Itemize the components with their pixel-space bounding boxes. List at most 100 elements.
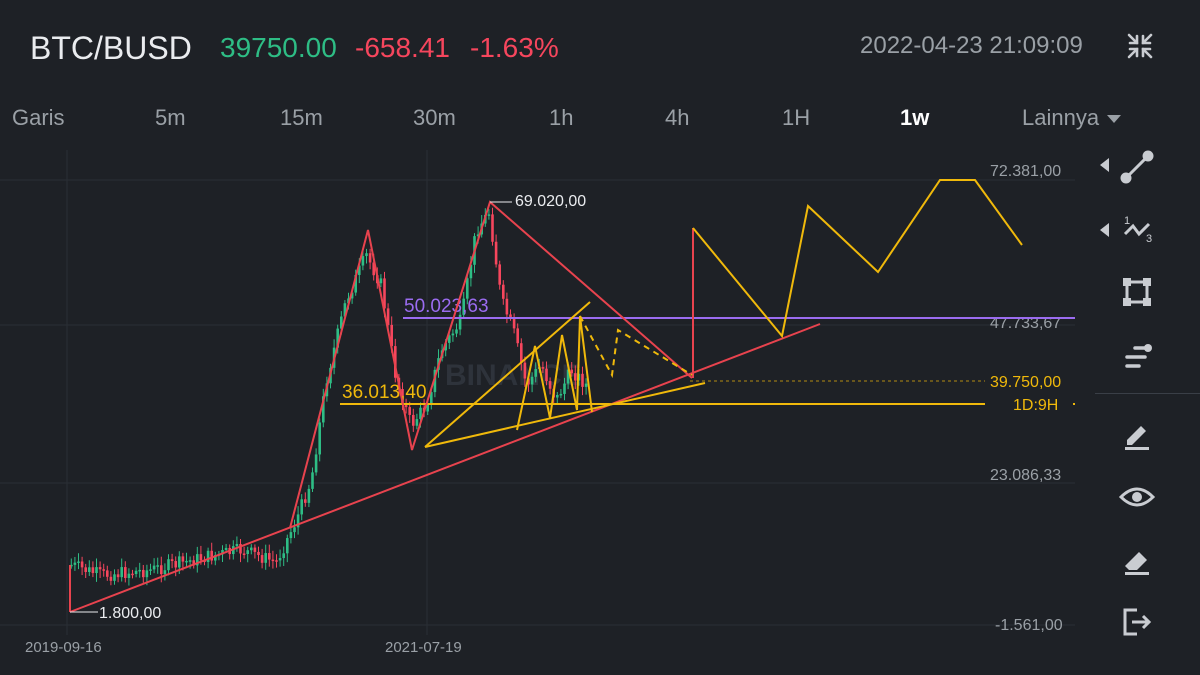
date-label-2019: 2019-09-16 — [25, 639, 102, 656]
exit-icon[interactable] — [1115, 600, 1159, 644]
countdown-label: 1D:9H — [1013, 397, 1058, 414]
candle-body — [73, 562, 77, 565]
candle-body — [559, 393, 563, 396]
candle-body — [181, 556, 185, 562]
candle-body — [408, 407, 411, 415]
candle-body — [113, 574, 116, 581]
candle-body — [109, 576, 113, 581]
candle-body — [106, 570, 109, 577]
candle-body — [235, 543, 239, 547]
rectangle-icon[interactable] — [1115, 270, 1159, 314]
trend-line-icon[interactable] — [1115, 145, 1159, 189]
candle-body — [520, 343, 523, 363]
collapse-arrows-icon[interactable] — [1126, 32, 1154, 60]
drawing-toolbar: 13 — [1095, 150, 1200, 650]
candle-body — [131, 573, 134, 576]
chevron-down-icon — [1107, 115, 1122, 124]
tab-garis[interactable]: Garis — [12, 105, 65, 131]
candle-body — [415, 419, 419, 426]
toolbar-divider — [1095, 393, 1200, 394]
candle-body — [88, 567, 91, 573]
candle-body — [289, 532, 293, 539]
candle-body — [127, 573, 131, 578]
candle-body — [584, 383, 588, 387]
eye-icon[interactable] — [1115, 475, 1159, 519]
candle-body — [174, 561, 177, 568]
tab-4h[interactable]: 4h — [665, 105, 689, 131]
candle-body — [257, 551, 260, 556]
price-change-percent: -1.63% — [470, 32, 559, 63]
tab-5m[interactable]: 5m — [155, 105, 186, 131]
candle-body — [142, 569, 145, 578]
candle-body — [361, 256, 365, 266]
price-change: -658.41 — [355, 32, 450, 63]
candle-body — [556, 394, 559, 398]
candle-body — [545, 368, 548, 382]
candle-body — [185, 560, 188, 563]
candle-body — [523, 362, 527, 379]
candle-body — [170, 559, 174, 562]
candle-body — [95, 567, 98, 574]
candle-body — [293, 527, 296, 533]
candle-body — [145, 570, 149, 578]
tab-15m[interactable]: 15m — [280, 105, 323, 131]
watermark: BINANCE — [445, 359, 582, 392]
candle-body — [210, 550, 213, 561]
timestamp: 2022-04-23 21:09:09 — [860, 32, 1083, 59]
candle-body — [368, 253, 372, 263]
low-label: 1.800,00 — [99, 605, 161, 622]
pair-title[interactable]: BTC/BUSD — [30, 30, 192, 67]
candle-body — [224, 547, 228, 550]
candle-body — [268, 553, 271, 560]
candle-body — [98, 567, 102, 570]
candle-body — [271, 559, 275, 562]
tab-1w[interactable]: 1w — [900, 105, 929, 131]
candle-body — [311, 472, 314, 489]
candle-body — [260, 555, 264, 563]
candlesticks — [70, 207, 588, 586]
price-chart[interactable]: BINANCE 72.381,00 47.733,67 23.086,33 -1… — [0, 150, 1090, 665]
candle-body — [91, 567, 95, 574]
current-price-label: 39.750,00 — [990, 374, 1061, 391]
candle-body — [487, 214, 491, 216]
candle-body — [275, 560, 278, 562]
candle-body — [167, 559, 170, 571]
indicator-icon[interactable] — [1115, 335, 1159, 379]
candle-body — [160, 565, 163, 575]
candle-body — [149, 569, 152, 571]
candle-body — [304, 499, 307, 503]
candle-body — [120, 567, 123, 578]
candle-body — [152, 565, 156, 570]
pencil-icon[interactable] — [1115, 412, 1159, 456]
tab-30m[interactable]: 30m — [413, 105, 456, 131]
candle-body — [516, 328, 519, 344]
candle-body — [318, 422, 321, 455]
candle-body — [253, 547, 257, 552]
candle-body — [188, 560, 192, 562]
expand-left-icon-2[interactable] — [1100, 223, 1109, 237]
candle-body — [300, 499, 303, 515]
expand-left-icon[interactable] — [1100, 158, 1109, 172]
chart-header: BTC/BUSD 39750.00 -658.41 -1.63% 2022-04… — [0, 0, 1200, 100]
tab-more[interactable]: Lainnya — [1022, 105, 1122, 131]
candle-body — [242, 553, 246, 556]
candle-body — [84, 567, 87, 573]
candle-body — [314, 454, 318, 473]
candle-body — [278, 558, 282, 561]
candle-body — [116, 574, 120, 578]
fibonacci-icon[interactable]: 13 — [1115, 208, 1159, 252]
last-price: 39750.00 — [220, 32, 337, 63]
candle-body — [307, 488, 311, 503]
candle-body — [451, 333, 455, 336]
candle-body — [509, 314, 512, 318]
eraser-icon[interactable] — [1115, 538, 1159, 582]
tab-1h[interactable]: 1h — [549, 105, 573, 131]
interval-tabs: Garis 5m 15m 30m 1h 4h 1H 1w Lainnya — [0, 105, 1200, 141]
candle-body — [548, 381, 552, 389]
candle-body — [494, 241, 498, 265]
tab-1H[interactable]: 1H — [782, 105, 810, 131]
candle-body — [534, 369, 537, 377]
candle-body — [455, 329, 458, 334]
candle-body — [505, 298, 509, 315]
date-label-2021: 2021-07-19 — [385, 639, 462, 656]
